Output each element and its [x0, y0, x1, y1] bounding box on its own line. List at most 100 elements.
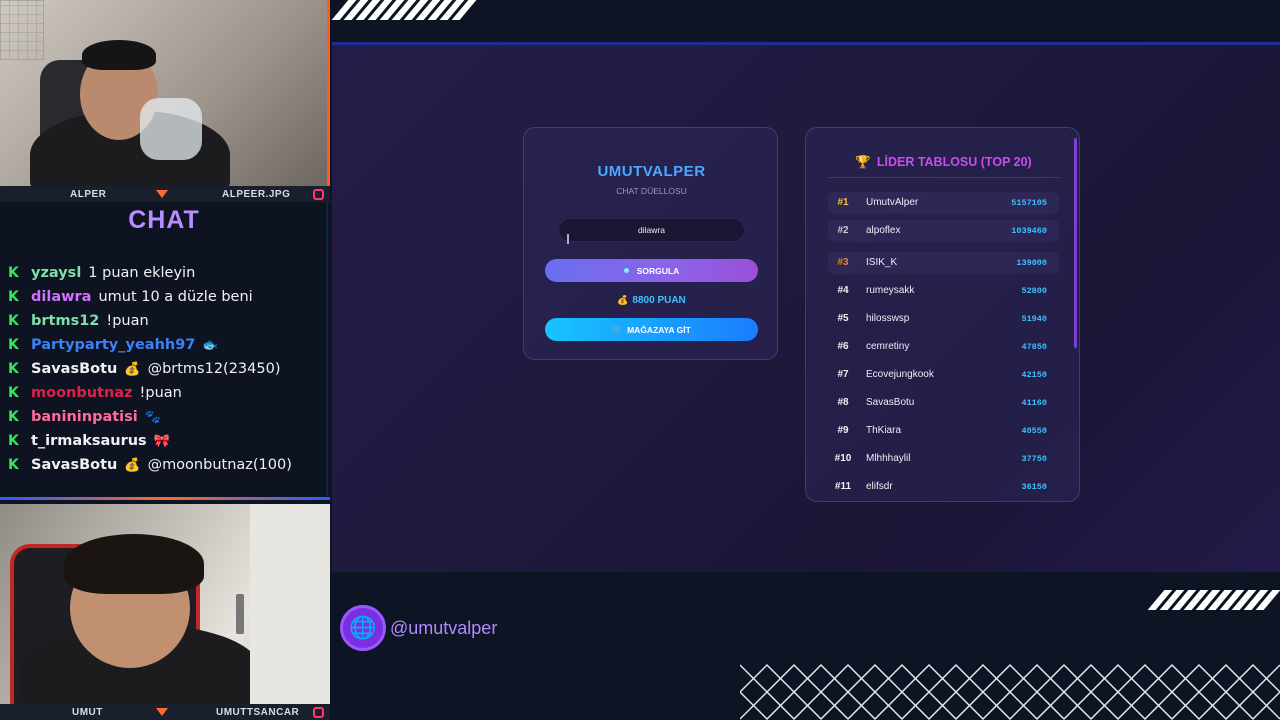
leaderboard-rank: #6 [837, 341, 849, 352]
kick-badge-icon: K [8, 264, 19, 281]
store-button-label: MAĞAZAYA GİT [627, 324, 691, 335]
leaderboard-name: Ecovejungkook [866, 369, 934, 380]
leaderboard-score: 41160 [1021, 398, 1047, 408]
webcam-top-right-label: ALPEER.JPG [222, 188, 291, 200]
chat-message: Kmoonbutnaz !puan [8, 382, 182, 404]
chat-username[interactable]: moonbutnaz [31, 385, 133, 401]
query-card: UMUTVALPER CHAT DÜELLOSU dilawra SORGULA… [523, 127, 778, 360]
leaderboard-row: #2 alpoflex 1039460 [806, 220, 1081, 242]
instagram-icon [313, 188, 324, 200]
leaderboard-score: 5157105 [1011, 198, 1047, 208]
leaderboard-row: #10 Mlhhhaylil 37750 [806, 448, 1081, 470]
money-bag-icon: 💰 [617, 295, 629, 305]
chat-username[interactable]: banininpatisi [31, 409, 138, 425]
kick-badge-icon: K [8, 408, 19, 425]
chat-text: 1 puan ekleyin [88, 265, 196, 281]
leaderboard-name: alpoflex [866, 225, 901, 236]
leaderboard-row: #11 elifsdr 36150 [806, 476, 1081, 498]
query-button[interactable]: SORGULA [545, 259, 758, 282]
leaderboard-name: UmutvAlper [866, 197, 919, 208]
chat-username[interactable]: brtms12 [31, 313, 99, 329]
leaderboard-name: rumeysakk [866, 285, 915, 296]
chat-title: CHAT [128, 206, 200, 234]
chat-message: K SavasBotu 💰 @brtms12(23450) [8, 358, 280, 380]
triangle-icon [156, 190, 168, 198]
leaderboard-name: ISIK_K [866, 257, 898, 268]
chat-message: Kt_irmaksaurus 🎀 [8, 430, 177, 452]
instagram-icon [313, 706, 324, 718]
leaderboard-rank: #3 [837, 257, 849, 268]
leaderboard-rank: #8 [837, 397, 849, 408]
leaderboard-rank: #5 [837, 313, 849, 324]
chat-message: Kdilawra umut 10 a düzle beni [8, 286, 253, 308]
brand-subtitle: CHAT DÜELLOSU [616, 186, 687, 196]
leaderboard-score: 40550 [1021, 426, 1047, 436]
leaderboard-row: #7 Ecovejungkook 42150 [806, 364, 1081, 386]
brand-title: UMUTVALPER [597, 163, 706, 180]
leaderboard-rank: #1 [837, 197, 849, 208]
chat-message: K SavasBotu 💰 @moonbutnaz(100) [8, 454, 292, 476]
points-display: 💰 8800 PUAN [524, 295, 779, 306]
chat-emote-icon: 🐾 [144, 409, 161, 425]
webcam-top-label-bar: ALPER ALPEER.JPG [0, 186, 330, 202]
chat-text: umut 10 a düzle beni [98, 289, 253, 305]
leaderboard-title: 🏆 LİDER TABLOSU (TOP 20) [806, 155, 1081, 170]
social-handle: 🌐 @umutvalper [340, 605, 497, 651]
username-input[interactable]: dilawra [558, 218, 745, 242]
triangle-icon [156, 708, 168, 716]
leaderboard-name: Mlhhhaylil [866, 453, 911, 464]
chat-emote-icon: 💰 [124, 361, 141, 377]
leaderboard-rank: #9 [837, 425, 849, 436]
leaderboard-score: 42150 [1021, 370, 1047, 380]
chat-username[interactable]: SavasBotu [31, 361, 117, 377]
leaderboard-score: 139000 [1016, 258, 1047, 268]
leaderboard-rank: #2 [837, 225, 849, 236]
leaderboard-row: #3 ISIK_K 139000 [806, 252, 1081, 274]
leaderboard-name: SavasBotu [866, 397, 915, 408]
dot-icon [623, 268, 629, 273]
leaderboard-score: 37750 [1021, 454, 1047, 464]
chat-username[interactable]: t_irmaksaurus [31, 433, 147, 449]
trophy-icon: 🏆 [855, 155, 871, 169]
webcam-top-left-label: ALPER [70, 188, 107, 200]
kick-badge-icon: K [8, 360, 19, 377]
leaderboard-row: #9 ThKiara 40550 [806, 420, 1081, 442]
chat-emote-icon: 🐟 [202, 337, 219, 353]
leaderboard-row: #1 UmutvAlper 5157105 [806, 192, 1081, 214]
leaderboard-row: #4 rumeysakk 52800 [806, 280, 1081, 302]
chat-message: K Partyparty_yeahh97 🐟 [8, 334, 226, 356]
leaderboard-row: #5 hilosswsp 51940 [806, 308, 1081, 330]
chat-username[interactable]: SavasBotu [31, 457, 117, 473]
leaderboard-card: 🏆 LİDER TABLOSU (TOP 20) #1 UmutvAlper 5157… [805, 127, 1080, 502]
leaderboard-name: cemretiny [866, 341, 910, 352]
chat-username[interactable]: yzaysl [31, 265, 81, 281]
cart-icon: 🛒 [612, 325, 623, 334]
query-button-label: SORGULA [636, 265, 680, 276]
kick-badge-icon: K [8, 384, 19, 401]
leaderboard-rank: #10 [834, 453, 852, 464]
chat-username[interactable]: Partyparty_yeahh97 [31, 337, 195, 353]
chat-text: @brtms12(23450) [147, 361, 281, 377]
webcam-bottom-label-bar: UMUT UMUTTSANCAR [0, 704, 330, 720]
leaderboard-score: 1039460 [1011, 226, 1047, 236]
kick-badge-icon: K [8, 456, 19, 473]
leaderboard-divider [828, 177, 1059, 178]
chat-text: !puan [106, 313, 149, 329]
webcam-bottom [0, 504, 330, 704]
leaderboard-row: #6 cemretiny 47850 [806, 336, 1081, 358]
decorative-stripes-bottom [1147, 590, 1280, 610]
decorative-stripes-top [331, 0, 477, 20]
leaderboard-name: ThKiara [866, 425, 902, 436]
chat-username[interactable]: dilawra [31, 289, 91, 305]
leaderboard-rank: #4 [837, 285, 849, 296]
webcam-top [0, 0, 330, 186]
chat-message: Kyzaysl 1 puan ekleyin [8, 262, 195, 284]
leaderboard-title-text: LİDER TABLOSU (TOP 20) [876, 155, 1032, 169]
leaderboard-name: elifsdr [866, 481, 893, 492]
neon-divider [0, 497, 330, 500]
leaderboard-scrollbar[interactable] [1074, 138, 1077, 348]
leaderboard-score: 52800 [1021, 286, 1047, 296]
leaderboard-score: 47850 [1021, 342, 1047, 352]
decorative-lattice [740, 663, 1280, 720]
store-button[interactable]: 🛒 MAĞAZAYA GİT [545, 318, 758, 341]
